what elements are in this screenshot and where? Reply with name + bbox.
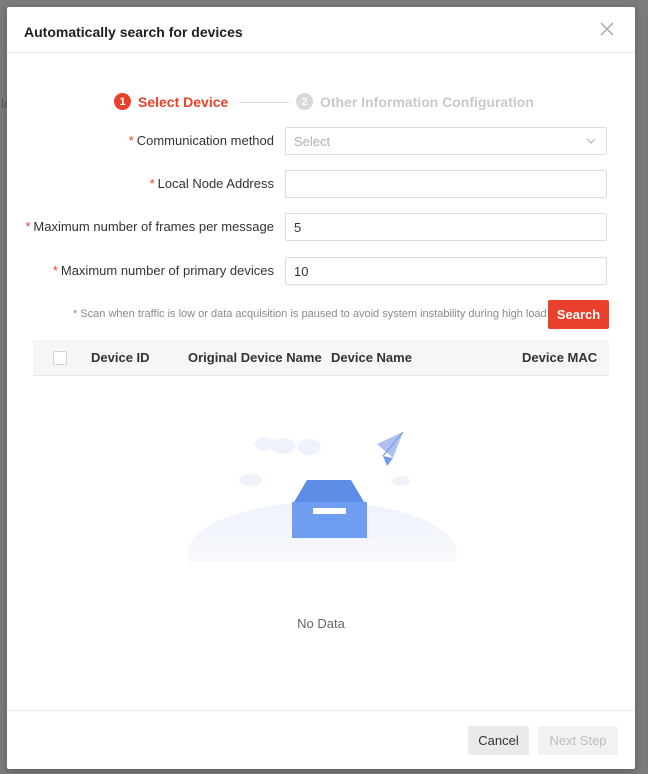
search-devices-modal: Automatically search for devices 1 Selec… xyxy=(7,7,635,769)
local-node-address-label-text: Local Node Address xyxy=(157,176,274,191)
empty-state-text: No Data xyxy=(297,616,345,631)
max-primary-devices-label-text: Maximum number of primary devices xyxy=(60,263,274,278)
modal-header: Automatically search for devices xyxy=(7,7,635,53)
device-table-header: Device ID Original Device Name Device Na… xyxy=(33,340,609,376)
empty-box-illustration xyxy=(187,432,457,562)
local-node-address-label: * Local Node Address xyxy=(150,176,274,191)
modal-footer: Cancel Next Step xyxy=(7,710,635,769)
form-row-communication-method: * Communication method Select xyxy=(7,127,635,157)
modal-title: Automatically search for devices xyxy=(24,24,243,40)
required-mark: * xyxy=(128,133,134,148)
column-device-mac: Device MAC xyxy=(522,350,598,365)
step-other-info: 2 Other Information Configuration xyxy=(296,93,534,110)
step-number-2: 2 xyxy=(296,93,313,110)
step-label-2: Other Information Configuration xyxy=(320,93,534,110)
max-frames-label: * Maximum number of frames per message xyxy=(25,219,274,234)
form-row-local-node-address: * Local Node Address xyxy=(7,170,635,200)
communication-method-select[interactable]: Select xyxy=(285,127,607,155)
scan-hint: * Scan when traffic is low or data acqui… xyxy=(73,308,547,320)
max-primary-devices-label: * Maximum number of primary devices xyxy=(53,263,274,278)
column-device-name: Device Name xyxy=(331,350,412,365)
close-icon[interactable] xyxy=(597,19,617,39)
communication-method-label-text: Communication method xyxy=(136,133,274,148)
step-number-1: 1 xyxy=(114,93,131,110)
search-button[interactable]: Search xyxy=(548,300,609,329)
max-primary-devices-input[interactable]: 10 xyxy=(285,257,607,285)
step-label-1: Select Device xyxy=(138,93,229,110)
form-row-max-frames: * Maximum number of frames per message 5 xyxy=(7,213,635,243)
column-original-device-name: Original Device Name xyxy=(188,350,322,365)
step-select-device: 1 Select Device xyxy=(114,93,228,110)
required-mark: * xyxy=(52,263,58,278)
communication-method-label: * Communication method xyxy=(129,133,274,148)
form-row-max-primary-devices: * Maximum number of primary devices 10 xyxy=(7,257,635,287)
required-mark: * xyxy=(149,176,155,191)
chevron-down-icon xyxy=(586,138,596,144)
cancel-button[interactable]: Cancel xyxy=(468,726,529,755)
next-step-button[interactable]: Next Step xyxy=(538,726,618,755)
required-mark: * xyxy=(25,219,31,234)
max-frames-label-text: Maximum number of frames per message xyxy=(33,219,274,234)
max-frames-input[interactable]: 5 xyxy=(285,213,607,241)
select-all-checkbox[interactable] xyxy=(53,351,67,365)
column-device-id: Device ID xyxy=(91,350,150,365)
communication-method-placeholder: Select xyxy=(294,133,331,149)
step-connector xyxy=(239,102,289,103)
local-node-address-input[interactable] xyxy=(285,170,607,198)
